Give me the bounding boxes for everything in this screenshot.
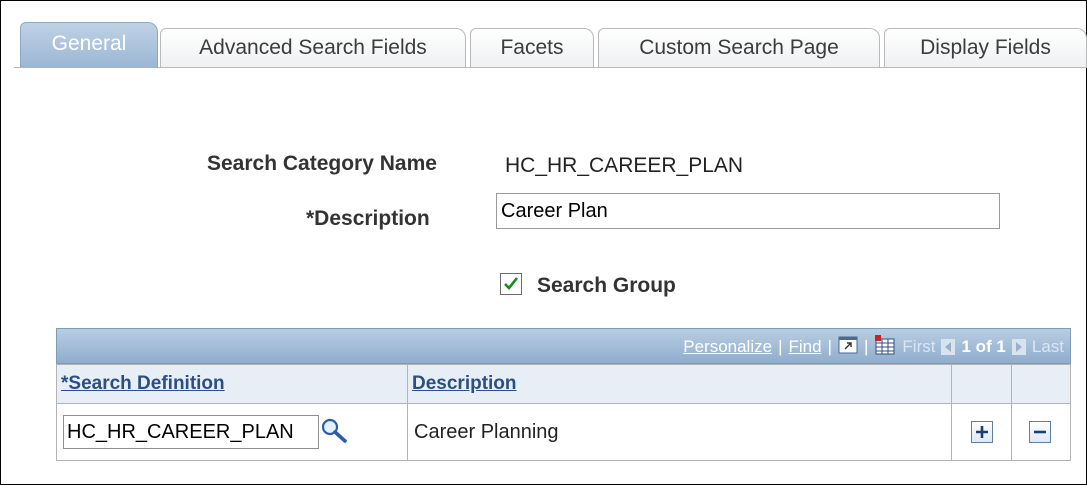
zoom-window-icon[interactable] <box>838 336 858 359</box>
tab-bar: General Advanced Search Fields Facets Cu… <box>14 22 1087 68</box>
column-header-description[interactable]: Description <box>407 364 952 404</box>
arrow-right-icon[interactable] <box>1011 339 1026 355</box>
arrow-left-icon[interactable] <box>941 339 956 355</box>
search-category-name-label: Search Category Name <box>207 152 437 175</box>
description-input[interactable] <box>496 193 1000 229</box>
column-header-add <box>951 364 1012 404</box>
table-row-cell-search-definition <box>56 403 408 461</box>
column-header-search-definition[interactable]: *Search Definition <box>56 364 408 404</box>
search-group-label: Search Group <box>537 274 676 297</box>
grid-nav: Personalize | Find | | First 1 of 1 Last <box>683 334 1064 360</box>
plus-icon[interactable] <box>971 421 993 443</box>
grid-navigation-bar: Personalize | Find | | First 1 of 1 Last <box>56 328 1071 364</box>
magnifier-icon[interactable] <box>319 416 349 449</box>
search-definition-grid: Personalize | Find | | First 1 of 1 Last… <box>56 328 1071 461</box>
table-row-cell-add <box>951 403 1012 461</box>
nav-separator: | <box>863 337 869 356</box>
spreadsheet-icon[interactable] <box>874 334 896 360</box>
search-group-checkbox[interactable] <box>500 273 522 295</box>
description-sort-link[interactable]: Description <box>412 373 517 395</box>
description-label: *Description <box>306 207 430 230</box>
tab-display-fields[interactable]: Display Fields <box>884 28 1087 68</box>
row-description: Career Planning <box>414 421 559 443</box>
find-link[interactable]: Find <box>788 337 821 357</box>
nav-separator: | <box>827 337 832 356</box>
tab-custom-search-page[interactable]: Custom Search Page <box>598 28 880 68</box>
tab-advanced-search-fields[interactable]: Advanced Search Fields <box>160 28 466 68</box>
column-header-delete <box>1011 364 1071 404</box>
search-definition-sort-link[interactable]: *Search Definition <box>61 373 225 395</box>
tab-divider <box>14 67 1087 68</box>
check-icon <box>504 277 519 290</box>
tab-general[interactable]: General <box>20 22 158 68</box>
tab-facets[interactable]: Facets <box>470 28 594 68</box>
page-info: 1 of 1 <box>961 337 1006 356</box>
first-link[interactable]: First <box>902 337 935 357</box>
nav-separator: | <box>778 337 783 356</box>
search-definition-input[interactable] <box>63 415 319 449</box>
table-row-cell-description: Career Planning <box>407 403 952 461</box>
last-link[interactable]: Last <box>1032 337 1064 357</box>
table-row-cell-delete <box>1011 403 1071 461</box>
personalize-link[interactable]: Personalize <box>683 337 772 357</box>
minus-icon[interactable] <box>1029 421 1051 443</box>
search-category-name-value: HC_HR_CAREER_PLAN <box>505 154 744 177</box>
